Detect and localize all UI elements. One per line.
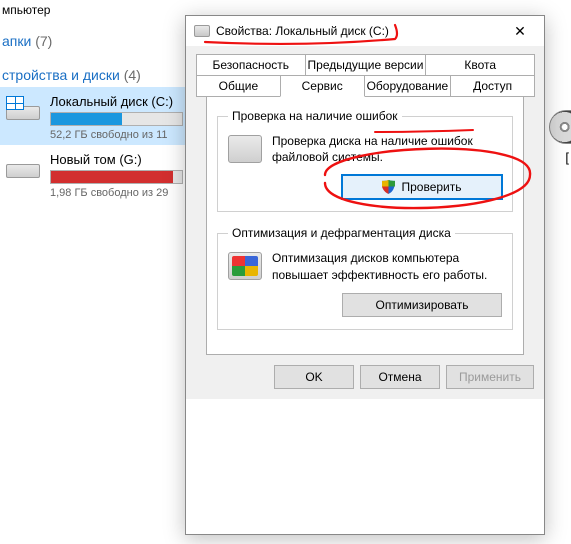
- ok-button[interactable]: OK: [274, 365, 354, 389]
- titlebar: Свойства: Локальный диск (C:) ✕: [186, 16, 544, 46]
- group-error-check: Проверка на наличие ошибок Проверка диск…: [217, 109, 513, 212]
- section-drives-count: (4): [124, 67, 141, 83]
- check-button-label: Проверить: [401, 180, 461, 194]
- defrag-icon: [228, 252, 262, 280]
- tab-безопасность[interactable]: Безопасность: [196, 54, 306, 75]
- cut-letter: [: [565, 150, 569, 165]
- apply-label: Применить: [459, 370, 521, 384]
- cancel-button[interactable]: Отмена: [360, 365, 440, 389]
- section-folders-count: (7): [35, 33, 52, 49]
- tab-доступ[interactable]: Доступ: [450, 75, 535, 97]
- drive-usage-bar: [50, 112, 183, 126]
- drive-icon: [6, 154, 40, 180]
- check-button[interactable]: Проверить: [342, 175, 502, 199]
- apply-button[interactable]: Применить: [446, 365, 534, 389]
- tab-квота[interactable]: Квота: [425, 54, 535, 75]
- drive-item[interactable]: Локальный диск (C:) 52,2 ГБ свободно из 1…: [0, 87, 185, 145]
- uac-shield-icon: [382, 180, 395, 194]
- ok-label: OK: [305, 370, 322, 384]
- close-button[interactable]: ✕: [500, 17, 540, 45]
- tab-оборудование[interactable]: Оборудование: [364, 75, 452, 97]
- group-defrag-legend: Оптимизация и дефрагментация диска: [228, 226, 455, 240]
- drive-name: Локальный диск (C:): [50, 94, 183, 112]
- drive-free-text: 52,2 ГБ свободно из 11: [50, 129, 183, 141]
- group-error-check-legend: Проверка на наличие ошибок: [228, 109, 402, 123]
- section-drives-label: стройства и диски: [2, 67, 120, 83]
- group-defrag-text: Оптимизация дисков компьютера повышает э…: [272, 250, 502, 282]
- explorer-background: мпьютер апки (7) стройства и диски (4) Л…: [0, 0, 185, 544]
- drive-usage-bar: [50, 170, 183, 184]
- drive-name: Новый том (G:): [50, 152, 183, 170]
- optimize-button[interactable]: Оптимизировать: [342, 293, 502, 317]
- group-defrag: Оптимизация и дефрагментация диска Оптим…: [217, 226, 513, 329]
- tabs: БезопасностьПредыдущие версииКвота Общие…: [186, 46, 544, 355]
- cancel-label: Отмена: [378, 370, 421, 384]
- drive-item[interactable]: Новый том (G:) 1,98 ГБ свободно из 29: [0, 145, 185, 203]
- dialog-title: Свойства: Локальный диск (C:): [216, 24, 500, 38]
- optimize-button-label: Оптимизировать: [376, 298, 469, 312]
- tab-предыдущие версии[interactable]: Предыдущие версии: [305, 54, 427, 75]
- drive-icon: [6, 96, 40, 122]
- drive-icon: [194, 25, 210, 37]
- section-drives[interactable]: стройства и диски (4): [0, 53, 185, 87]
- properties-dialog: Свойства: Локальный диск (C:) ✕ Безопасн…: [185, 15, 545, 535]
- dialog-footer: OK Отмена Применить: [186, 355, 544, 399]
- tab-body-service: Проверка на наличие ошибок Проверка диск…: [206, 97, 524, 355]
- drive-free-text: 1,98 ГБ свободно из 29: [50, 187, 183, 199]
- group-error-check-text: Проверка диска на наличие ошибок файлово…: [272, 133, 502, 165]
- drive-check-icon: [228, 135, 262, 163]
- section-folders[interactable]: апки (7): [0, 19, 185, 53]
- tab-общие[interactable]: Общие: [196, 75, 281, 97]
- explorer-text-cut: мпьютер: [0, 0, 185, 19]
- section-folders-label: апки: [2, 33, 31, 49]
- tab-сервис[interactable]: Сервис: [280, 75, 365, 97]
- dvd-drive-icon[interactable]: [549, 110, 571, 144]
